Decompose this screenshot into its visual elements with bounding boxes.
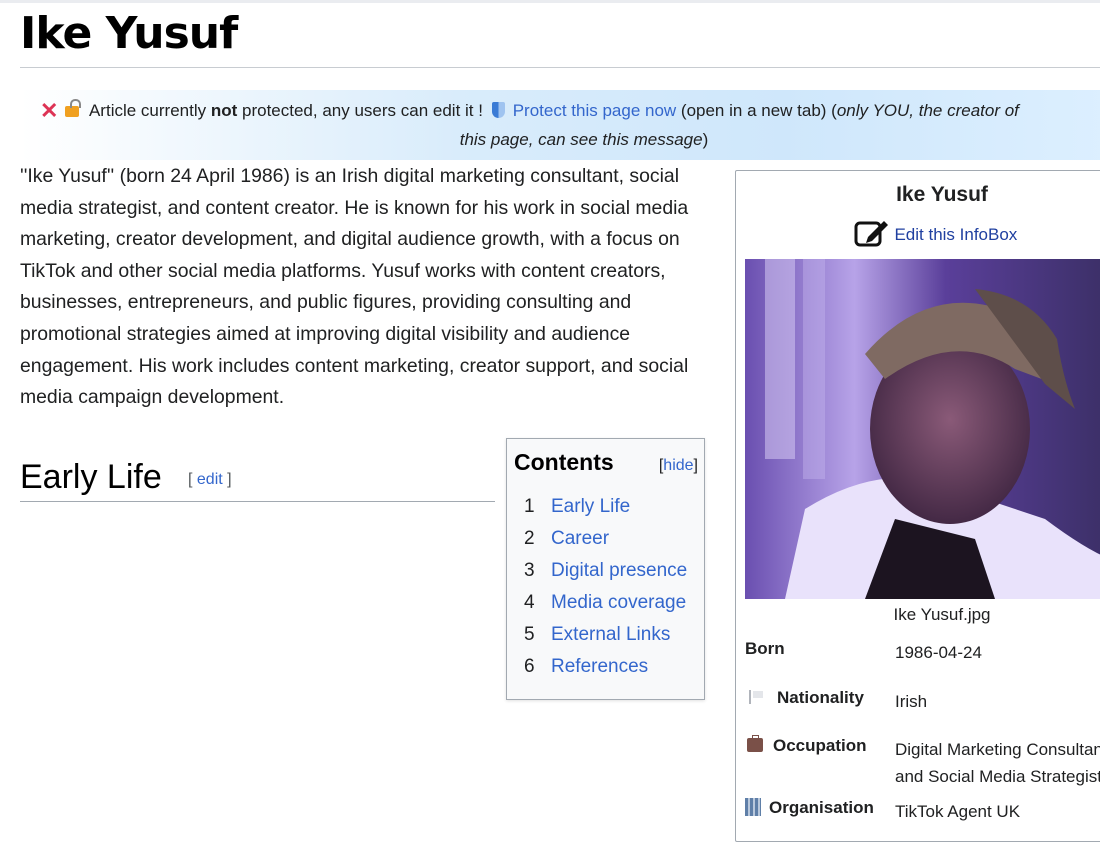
born-value: 1986-04-24 bbox=[895, 643, 982, 662]
organisation-label: Organisation bbox=[769, 798, 874, 817]
flag-icon bbox=[749, 690, 763, 704]
toc-item-references[interactable]: 6 References bbox=[524, 656, 687, 688]
shield-icon bbox=[491, 102, 505, 118]
occupation-value-line-1: Digital Marketing Consultant bbox=[895, 740, 1100, 759]
born-label: Born bbox=[745, 639, 785, 658]
toc-item-early-life[interactable]: 1 Early Life bbox=[524, 496, 687, 528]
occupation-label-wrap: Occupation bbox=[745, 735, 867, 756]
edit-infobox-link[interactable]: Edit this InfoBox bbox=[894, 225, 1017, 244]
section-edit-link[interactable]: edit bbox=[197, 471, 223, 488]
toc-hide: [hide] bbox=[659, 457, 698, 475]
close-x-icon[interactable]: ✕ bbox=[40, 98, 58, 123]
banner-line-1: ✕ Article currently not protected, any u… bbox=[40, 96, 1019, 125]
banner-text-3: (open in a new tab) ( bbox=[676, 101, 837, 120]
briefcase-icon bbox=[747, 735, 763, 752]
toc-item-digital-presence[interactable]: 3 Digital presence bbox=[524, 560, 687, 592]
title-divider bbox=[20, 67, 1100, 68]
toc-item-number: 1 bbox=[524, 496, 535, 517]
occupation-value-line-2: and Social Media Strategist bbox=[895, 767, 1100, 786]
section-edit: [ edit ] bbox=[188, 471, 232, 489]
toc-item-link[interactable]: Digital presence bbox=[551, 560, 687, 581]
page-title: Ike Yusuf bbox=[20, 8, 238, 59]
top-border bbox=[0, 0, 1100, 3]
unlocked-padlock-icon bbox=[65, 99, 82, 117]
toc-item-number: 6 bbox=[524, 656, 535, 677]
nationality-label-wrap: Nationality bbox=[745, 688, 864, 708]
banner-bold-not: not bbox=[210, 101, 238, 120]
occupation-label: Occupation bbox=[773, 736, 867, 755]
toc-item-link[interactable]: References bbox=[551, 656, 648, 677]
toc-hide-bracket-close: ] bbox=[693, 457, 698, 474]
building-icon bbox=[745, 798, 761, 816]
toc-item-link[interactable]: Career bbox=[551, 528, 609, 549]
banner-italic-1: only YOU, the creator of bbox=[836, 101, 1019, 120]
banner-close-paren: ) bbox=[702, 130, 709, 149]
toc-item-link[interactable]: External Links bbox=[551, 624, 670, 645]
table-of-contents: Contents [hide] 1 Early Life 2 Career 3 Dig… bbox=[506, 438, 705, 700]
banner-line-2: this page, can see this message) bbox=[20, 125, 1100, 154]
protection-banner: ✕ Article currently not protected, any u… bbox=[20, 90, 1100, 160]
toc-item-number: 5 bbox=[524, 624, 535, 645]
toc-item-link[interactable]: Media coverage bbox=[551, 592, 686, 613]
section-heading-early-life: Early Life [ edit ] bbox=[20, 453, 495, 502]
edit-pencil-icon bbox=[854, 221, 888, 247]
toc-item-number: 4 bbox=[524, 592, 535, 613]
organisation-value: TikTok Agent UK bbox=[895, 802, 1021, 821]
lead-text: ''Ike Yusuf'' (born 24 April 1986) is an… bbox=[20, 165, 689, 409]
banner-italic-2: this page, can see this message bbox=[459, 130, 703, 149]
toc-item-number: 2 bbox=[524, 528, 535, 549]
protect-page-link[interactable]: Protect this page now bbox=[513, 101, 676, 120]
infobox: Ike Yusuf Edit this InfoBox Ike Yusuf.jp… bbox=[735, 170, 1100, 842]
section-heading-text: Early Life bbox=[20, 458, 162, 496]
toc-item-number: 3 bbox=[524, 560, 535, 581]
toc-item-career[interactable]: 2 Career bbox=[524, 528, 687, 560]
occupation-value: Digital Marketing Consultant and Social M… bbox=[895, 736, 1100, 790]
toc-item-media-coverage[interactable]: 4 Media coverage bbox=[524, 592, 687, 624]
toc-list: 1 Early Life 2 Career 3 Digital presence 4M… bbox=[524, 496, 687, 688]
banner-text-2: protected, any users can edit it ! bbox=[237, 101, 488, 120]
edit-bracket-close: ] bbox=[222, 471, 232, 488]
nationality-value: Irish bbox=[895, 692, 928, 711]
nationality-label: Nationality bbox=[777, 688, 864, 707]
infobox-name: Ike Yusuf bbox=[896, 183, 988, 206]
edit-bracket-open: [ bbox=[188, 471, 197, 488]
lead-paragraph: ''Ike Yusuf'' (born 24 April 1986) is an… bbox=[20, 161, 720, 414]
toc-item-link[interactable]: Early Life bbox=[551, 496, 630, 517]
portrait-image bbox=[745, 259, 1100, 599]
toc-title: Contents bbox=[514, 449, 614, 475]
infobox-edit[interactable]: Edit this InfoBox bbox=[854, 218, 1017, 249]
organisation-label-wrap: Organisation bbox=[745, 798, 874, 818]
toc-hide-link[interactable]: hide bbox=[663, 457, 693, 474]
banner-text: Article currently bbox=[88, 101, 211, 120]
toc-item-external-links[interactable]: 5 External Links bbox=[524, 624, 687, 656]
photo-caption: Ike Yusuf.jpg bbox=[893, 605, 991, 624]
portrait-photo bbox=[745, 259, 1100, 599]
